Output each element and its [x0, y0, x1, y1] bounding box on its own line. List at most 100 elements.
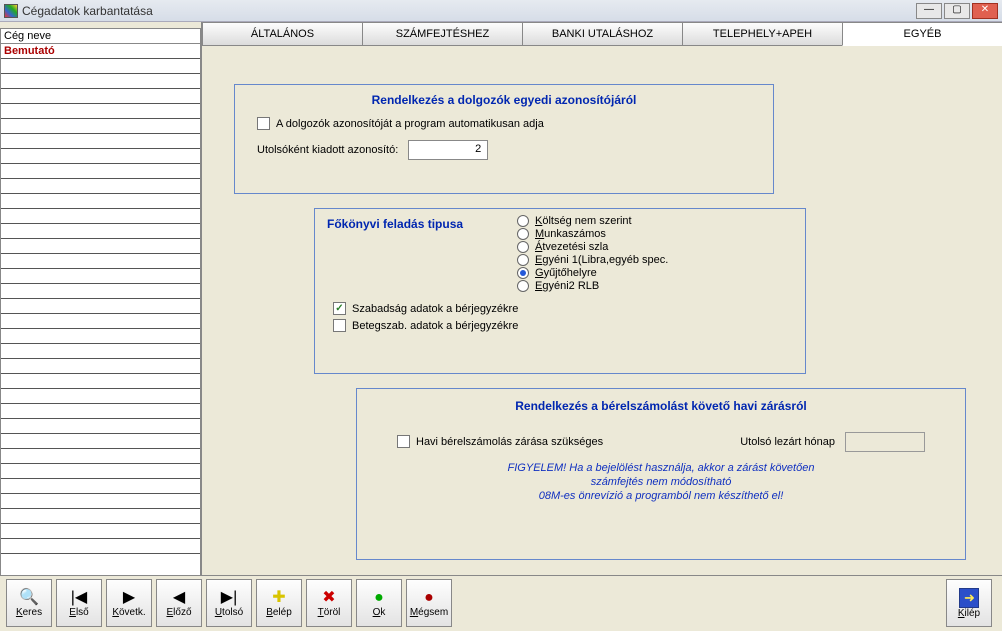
panel1-title: Rendelkezés a dolgozók egyedi azonosítój… — [247, 93, 761, 107]
radio-option[interactable]: Költség nem szerint — [517, 215, 668, 227]
chk-betegszab[interactable] — [333, 319, 346, 332]
radio-option[interactable]: Gyűjtőhelyre — [517, 267, 668, 279]
btn-utolso[interactable]: ▶| Utolsó — [206, 579, 252, 627]
radio-label: Költség nem szerint — [535, 215, 632, 227]
radio-icon[interactable] — [517, 280, 529, 292]
btn-ok[interactable]: ● Ok — [356, 579, 402, 627]
tab-egyeb[interactable]: EGYÉB — [842, 22, 1002, 46]
last-closed-month — [845, 432, 925, 452]
list-item[interactable] — [1, 254, 200, 269]
panel-fokonyvi: Főkönyvi feladás tipusa Költség nem szer… — [314, 208, 806, 374]
chk-havi-zaras-label: Havi bérelszámolás zárása szükséges — [416, 436, 603, 448]
next-icon: ▶ — [123, 589, 135, 607]
list-item[interactable] — [1, 449, 200, 464]
list-item[interactable] — [1, 329, 200, 344]
radio-label: Egyéni2 RLB — [535, 280, 599, 292]
list-item[interactable] — [1, 179, 200, 194]
radio-icon[interactable] — [517, 241, 529, 253]
list-item[interactable] — [1, 89, 200, 104]
minimize-button[interactable]: — — [916, 3, 942, 19]
radio-icon[interactable] — [517, 254, 529, 266]
tab-altalanos[interactable]: ÁLTALÁNOS — [202, 22, 363, 46]
list-item[interactable] — [1, 134, 200, 149]
maximize-button[interactable]: ▢ — [944, 3, 970, 19]
btn-kilep[interactable]: Kilép — [946, 579, 992, 627]
panel-dolgozo-azonosito: Rendelkezés a dolgozók egyedi azonosítój… — [234, 84, 774, 194]
bottom-toolbar: 🔍 Keres |◀ Első ▶ Követk. ◀ Előző ▶| Uto… — [0, 575, 1002, 631]
close-button[interactable]: ✕ — [972, 3, 998, 19]
list-item[interactable] — [1, 104, 200, 119]
tab-telephely[interactable]: TELEPHELY+APEH — [682, 22, 843, 46]
delete-icon: ✖ — [322, 589, 335, 607]
radio-icon[interactable] — [517, 228, 529, 240]
list-item[interactable] — [1, 119, 200, 134]
list-item[interactable] — [1, 404, 200, 419]
list-item[interactable] — [1, 524, 200, 539]
list-item[interactable] — [1, 494, 200, 509]
prev-icon: ◀ — [173, 589, 185, 607]
list-item[interactable] — [1, 164, 200, 179]
last-id-input[interactable]: 2 — [408, 140, 488, 160]
radio-option[interactable]: Egyéni2 RLB — [517, 280, 668, 292]
radio-option[interactable]: Egyéni 1(Libra,egyéb spec. — [517, 254, 668, 266]
panel3-title: Rendelkezés a bérelszámolást követő havi… — [397, 399, 925, 413]
radio-icon[interactable] — [517, 267, 529, 279]
list-item[interactable] — [1, 299, 200, 314]
company-list[interactable]: Bemutató — [0, 44, 201, 615]
chk-auto-azonosito-label: A dolgozók azonosítóját a program automa… — [276, 118, 544, 130]
btn-elozo[interactable]: ◀ Előző — [156, 579, 202, 627]
radio-group-fokonyvi: Költség nem szerintMunkaszámosÁtvezetési… — [517, 215, 668, 292]
list-item[interactable] — [1, 389, 200, 404]
warning-line-1: FIGYELEM! Ha a bejelölést használja, akk… — [397, 462, 925, 474]
radio-label: Egyéni 1(Libra,egyéb spec. — [535, 254, 668, 266]
chk-szabadsag[interactable] — [333, 302, 346, 315]
list-item[interactable]: Bemutató — [1, 44, 200, 59]
list-item[interactable] — [1, 374, 200, 389]
sidebar: Cég neve Bemutató ◀ ▶ — [0, 22, 202, 631]
btn-torol[interactable]: ✖ Töröl — [306, 579, 352, 627]
list-item[interactable] — [1, 359, 200, 374]
chk-auto-azonosito[interactable] — [257, 117, 270, 130]
btn-megsem[interactable]: ● Mégsem — [406, 579, 452, 627]
list-item[interactable] — [1, 194, 200, 209]
list-item[interactable] — [1, 479, 200, 494]
list-item[interactable] — [1, 539, 200, 554]
radio-option[interactable]: Munkaszámos — [517, 228, 668, 240]
list-item[interactable] — [1, 419, 200, 434]
btn-keres[interactable]: 🔍 Keres — [6, 579, 52, 627]
chk-szabadsag-label: Szabadság adatok a bérjegyzékre — [352, 303, 518, 315]
warning-line-2: számfejtés nem módosítható — [397, 476, 925, 488]
list-item[interactable] — [1, 464, 200, 479]
exit-icon — [959, 588, 979, 608]
last-id-label: Utolsóként kiadott azonosító: — [257, 144, 398, 156]
list-item[interactable] — [1, 269, 200, 284]
list-item[interactable] — [1, 509, 200, 524]
radio-label: Munkaszámos — [535, 228, 606, 240]
radio-option[interactable]: Átvezetési szla — [517, 241, 668, 253]
ok-icon: ● — [374, 589, 384, 607]
chk-betegszab-label: Betegszab. adatok a bérjegyzékre — [352, 320, 518, 332]
list-item[interactable] — [1, 224, 200, 239]
radio-icon[interactable] — [517, 215, 529, 227]
btn-belep[interactable]: ✚ Belép — [256, 579, 302, 627]
list-item[interactable] — [1, 284, 200, 299]
list-item[interactable] — [1, 239, 200, 254]
list-item[interactable] — [1, 59, 200, 74]
list-item[interactable] — [1, 314, 200, 329]
chk-havi-zaras[interactable] — [397, 435, 410, 448]
cancel-icon: ● — [424, 589, 434, 607]
list-item[interactable] — [1, 74, 200, 89]
window-title: Cégadatok karbantatása — [22, 4, 153, 18]
tab-szamfejteshez[interactable]: SZÁMFEJTÉSHEZ — [362, 22, 523, 46]
list-item[interactable] — [1, 344, 200, 359]
list-item[interactable] — [1, 434, 200, 449]
plus-icon: ✚ — [272, 589, 285, 607]
tab-banki[interactable]: BANKI UTALÁSHOZ — [522, 22, 683, 46]
btn-elso[interactable]: |◀ Első — [56, 579, 102, 627]
btn-kovetk[interactable]: ▶ Követk. — [106, 579, 152, 627]
first-icon: |◀ — [71, 589, 87, 607]
last-closed-label: Utolsó lezárt hónap — [740, 436, 835, 448]
list-item[interactable] — [1, 209, 200, 224]
app-icon — [4, 4, 18, 18]
list-item[interactable] — [1, 149, 200, 164]
